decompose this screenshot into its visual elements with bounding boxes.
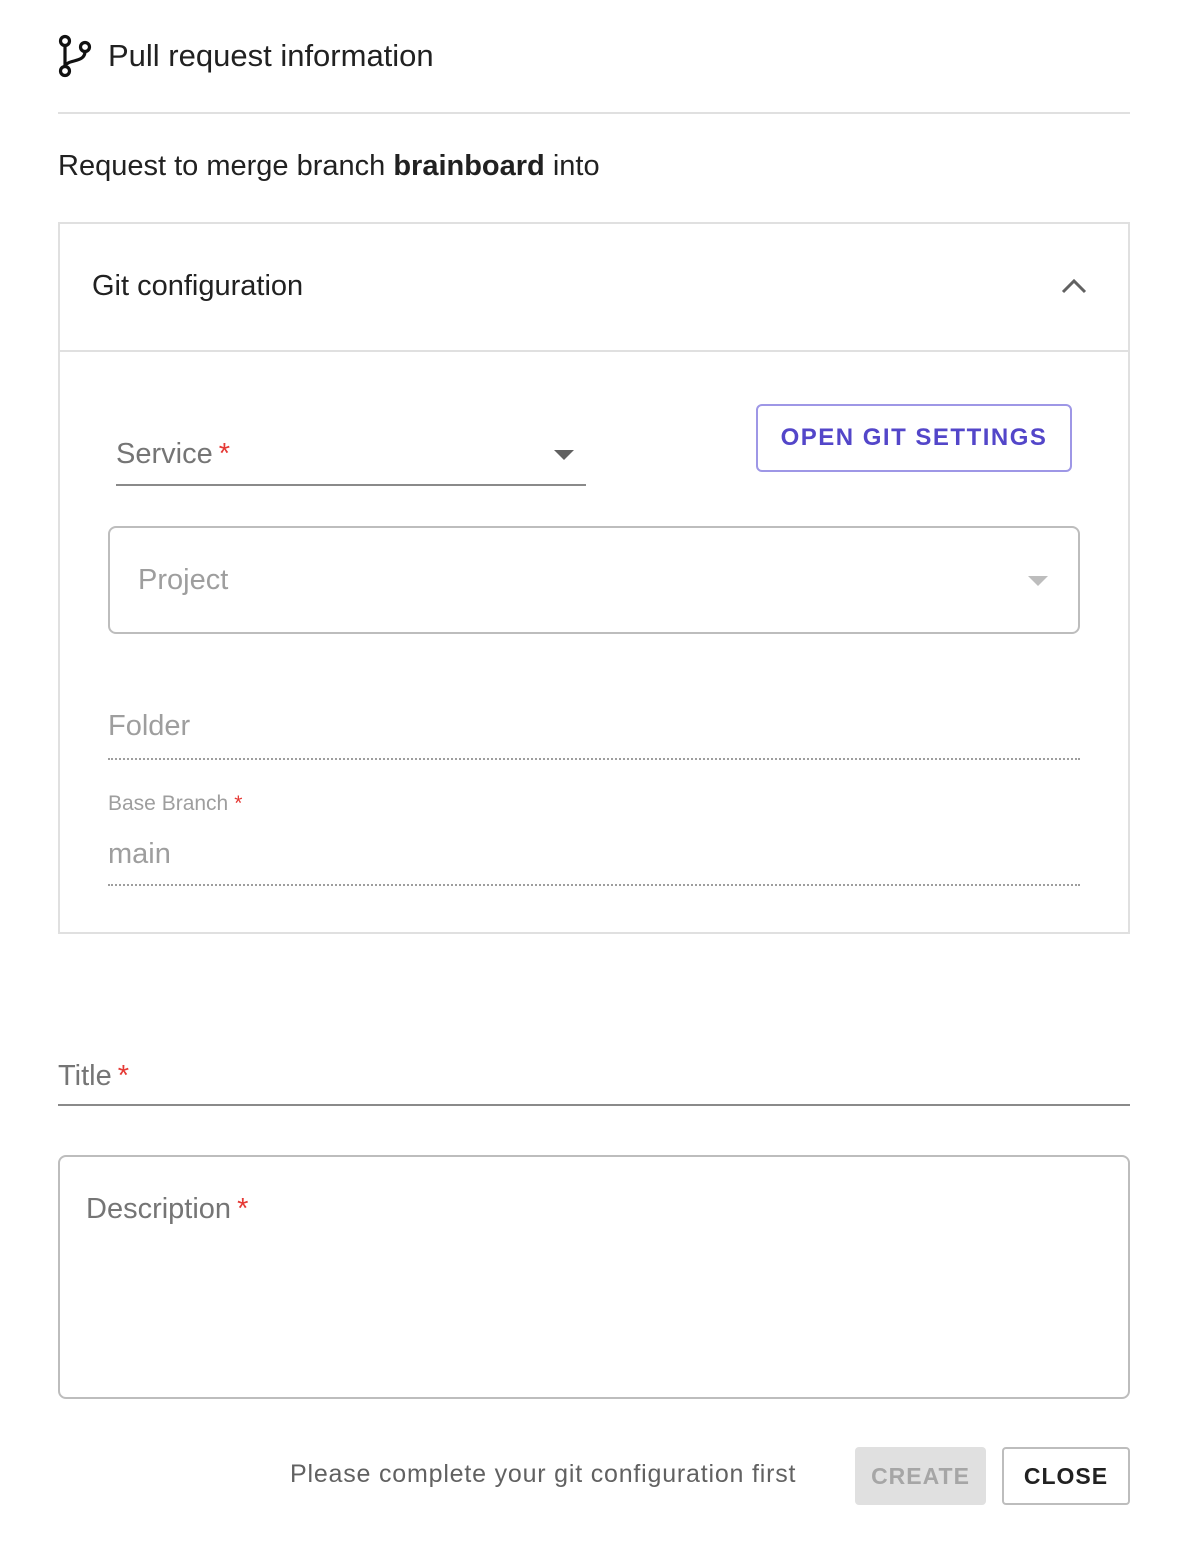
description-label: Description * — [86, 1193, 249, 1225]
validation-message: Please complete your git configuration f… — [290, 1460, 797, 1488]
merge-description: Request to merge branch brainboard into — [58, 150, 600, 183]
description-textarea[interactable]: Description * — [58, 1155, 1130, 1399]
open-git-settings-button[interactable]: OPEN GIT SETTINGS — [756, 404, 1072, 472]
required-mark: * — [117, 1060, 130, 1092]
dropdown-arrow-icon — [554, 450, 574, 460]
dialog-title: Pull request information — [108, 38, 434, 73]
required-mark: * — [237, 1193, 249, 1225]
source-branch-name: brainboard — [393, 150, 545, 182]
dropdown-arrow-icon — [1028, 576, 1048, 586]
git-configuration-title: Git configuration — [92, 270, 304, 302]
title-input[interactable]: Title * — [58, 1040, 1130, 1106]
git-configuration-panel: Git configuration Service * OPEN GIT SETT… — [58, 222, 1130, 934]
service-select[interactable]: Service * — [116, 404, 586, 486]
folder-field[interactable]: Folder — [108, 694, 1080, 760]
project-label: Project — [138, 564, 229, 596]
close-button[interactable]: CLOSE — [1002, 1447, 1130, 1505]
required-mark: * — [234, 792, 243, 815]
chevron-up-icon[interactable] — [1060, 276, 1088, 296]
merge-suffix: into — [552, 150, 600, 182]
title-label: Title * — [58, 1060, 130, 1092]
project-select[interactable]: Project — [108, 526, 1080, 634]
git-branch-icon — [58, 34, 92, 78]
git-configuration-header[interactable]: Git configuration — [60, 224, 1128, 352]
service-label: Service * — [116, 438, 230, 470]
header-divider — [58, 112, 1130, 114]
base-branch-value: main — [108, 838, 171, 870]
base-branch-field[interactable]: main — [108, 824, 1080, 886]
merge-prefix: Request to merge branch — [58, 150, 386, 182]
folder-label: Folder — [108, 710, 191, 742]
create-button[interactable]: CREATE — [855, 1447, 986, 1505]
dialog-header: Pull request information — [58, 30, 434, 82]
base-branch-label: Base Branch * — [108, 792, 243, 815]
required-mark: * — [218, 438, 230, 470]
